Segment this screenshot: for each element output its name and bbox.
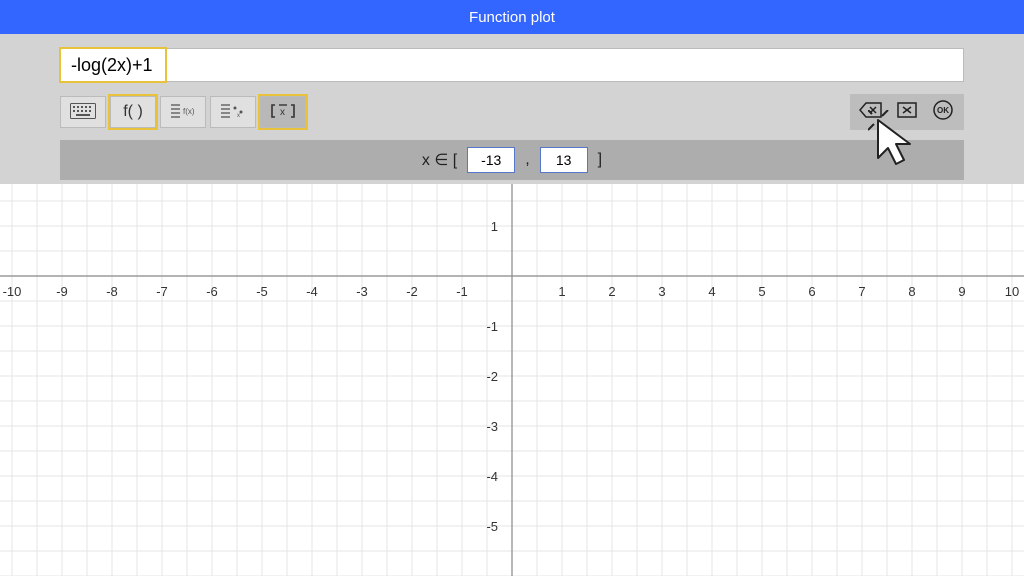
keyboard-button[interactable] [60, 96, 106, 128]
bracket-button[interactable]: x [260, 96, 306, 128]
svg-text:6: 6 [808, 284, 815, 299]
svg-text:-9: -9 [56, 284, 68, 299]
domain-min-input[interactable] [467, 147, 515, 173]
list-xy-button[interactable]: x [210, 96, 256, 128]
svg-text:-3: -3 [486, 419, 498, 434]
fx-button[interactable]: f( ) [110, 96, 156, 128]
domain-prefix: x ∈ [ [422, 150, 457, 170]
svg-text:-8: -8 [106, 284, 118, 299]
keyboard-icon [70, 103, 96, 122]
svg-text:-4: -4 [486, 469, 498, 484]
svg-text:-2: -2 [486, 369, 498, 384]
title-bar: Function plot [0, 0, 1024, 34]
clear-icon [896, 101, 918, 124]
bracket-icon: x [269, 102, 297, 123]
svg-text:-6: -6 [206, 284, 218, 299]
clear-button[interactable] [892, 99, 922, 125]
svg-text:-2: -2 [406, 284, 418, 299]
list-fx-icon: f(x) [168, 102, 198, 123]
backspace-icon [859, 101, 883, 124]
svg-text:9: 9 [958, 284, 965, 299]
svg-text:-1: -1 [456, 284, 468, 299]
svg-text:x: x [237, 113, 240, 119]
control-panel: f( ) f(x) x x [0, 34, 1024, 184]
svg-text:1: 1 [558, 284, 565, 299]
app-title: Function plot [469, 9, 555, 26]
backspace-button[interactable] [856, 99, 886, 125]
svg-text:4: 4 [708, 284, 715, 299]
svg-text:-5: -5 [256, 284, 268, 299]
domain-sep: , [525, 151, 529, 169]
svg-text:1: 1 [491, 219, 498, 234]
svg-text:-1: -1 [486, 319, 498, 334]
svg-text:-3: -3 [356, 284, 368, 299]
svg-text:8: 8 [908, 284, 915, 299]
list-fx-button[interactable]: f(x) [160, 96, 206, 128]
fx-label: f( ) [123, 103, 143, 121]
svg-text:f(x): f(x) [183, 107, 195, 116]
ok-button[interactable]: OK [928, 99, 958, 125]
svg-text:-4: -4 [306, 284, 318, 299]
svg-text:x: x [280, 107, 285, 118]
list-xy-icon: x [218, 102, 248, 123]
domain-suffix: ] [598, 151, 602, 169]
plot-area[interactable]: -10 -9 -8 -7 -6 -5 -4 -3 -2 -1 1 2 3 4 5 6 7 8 9 10 1 -1 -2 -3 -… [0, 184, 1024, 576]
svg-text:7: 7 [858, 284, 865, 299]
ok-icon: OK [932, 99, 954, 126]
toolbar-right: OK [850, 94, 964, 130]
domain-row: x ∈ [ , ] [60, 140, 964, 180]
svg-text:3: 3 [658, 284, 665, 299]
svg-text:-5: -5 [486, 519, 498, 534]
svg-text:-10: -10 [3, 284, 22, 299]
svg-text:OK: OK [937, 106, 949, 115]
domain-max-input[interactable] [540, 147, 588, 173]
toolbar-left: f( ) f(x) x x [60, 96, 306, 128]
plot-svg: -10 -9 -8 -7 -6 -5 -4 -3 -2 -1 1 2 3 4 5 6 7 8 9 10 1 -1 -2 -3 -… [0, 184, 1024, 576]
svg-text:5: 5 [758, 284, 765, 299]
expression-input[interactable] [60, 48, 964, 82]
svg-text:-7: -7 [156, 284, 168, 299]
svg-text:2: 2 [608, 284, 615, 299]
svg-text:10: 10 [1005, 284, 1019, 299]
